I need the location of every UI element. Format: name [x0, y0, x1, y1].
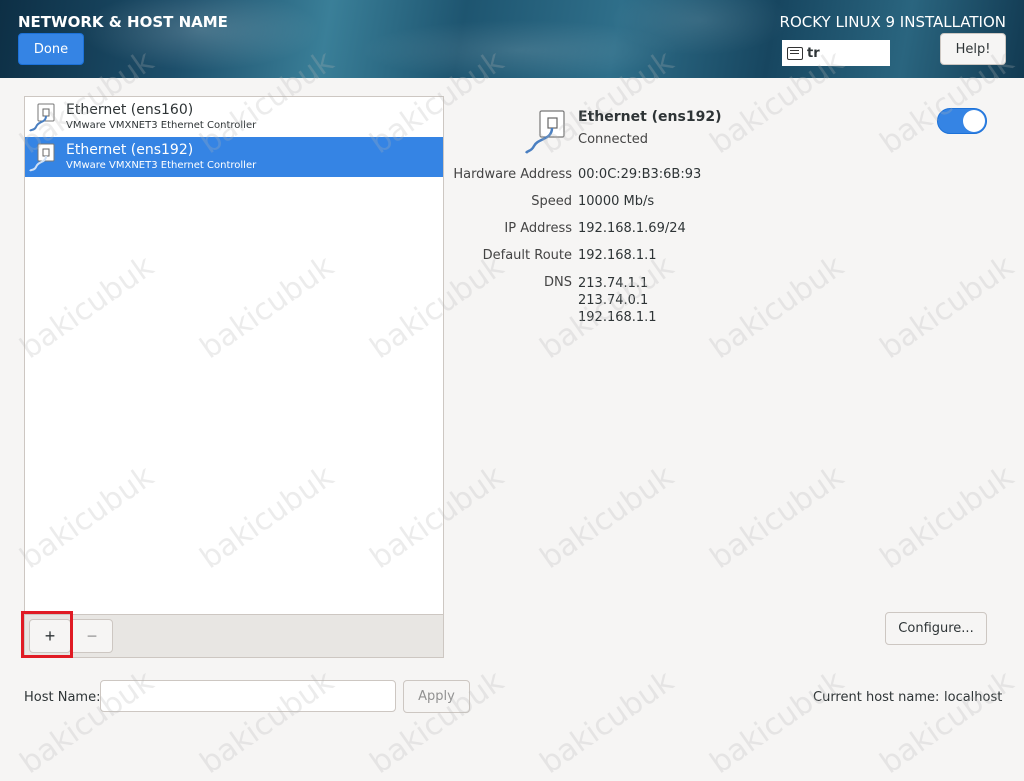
ip-address-label: IP Address: [504, 221, 572, 236]
watermark: bakicubuk: [703, 663, 851, 781]
device-name: Ethernet (ens192): [66, 142, 194, 158]
dns-entry: 213.74.1.1: [578, 276, 649, 291]
current-host-name-label: Current host name:: [813, 690, 940, 705]
ethernet-icon: [29, 103, 55, 132]
dns-entry: 213.74.0.1: [578, 293, 649, 308]
hardware-address-label: Hardware Address: [453, 167, 572, 182]
watermark: bakicubuk: [703, 248, 851, 367]
speed-value: 10000 Mb/s: [578, 194, 655, 209]
switch-knob: [963, 110, 985, 132]
configure-button[interactable]: Configure...: [885, 612, 987, 645]
keyboard-layout-indicator[interactable]: tr: [782, 40, 890, 66]
dns-label: DNS: [544, 275, 572, 290]
apply-button[interactable]: Apply: [403, 680, 470, 713]
device-name: Ethernet (ens160): [66, 102, 194, 118]
help-button[interactable]: Help!: [940, 33, 1006, 65]
dns-entry: 192.168.1.1: [578, 310, 657, 325]
host-name-input[interactable]: [100, 680, 396, 712]
current-host-name-value: localhost: [944, 690, 1003, 705]
install-title: ROCKY LINUX 9 INSTALLATION: [779, 13, 1006, 31]
page-title: NETWORK & HOST NAME: [18, 13, 228, 31]
ethernet-icon: [29, 143, 55, 172]
ip-address-value: 192.168.1.69/24: [578, 221, 686, 236]
watermark: bakicubuk: [873, 663, 1021, 781]
speed-label: Speed: [531, 194, 572, 209]
connection-status: Connected: [578, 132, 649, 147]
device-toolbar: + −: [25, 614, 443, 657]
device-list-panel: Ethernet (ens160) VMware VMXNET3 Etherne…: [24, 96, 444, 658]
host-name-label: Host Name:: [24, 690, 101, 705]
default-route-label: Default Route: [482, 248, 572, 263]
device-item-ens160[interactable]: Ethernet (ens160) VMware VMXNET3 Etherne…: [25, 97, 443, 137]
watermark: bakicubuk: [873, 458, 1021, 577]
hardware-address-value: 00:0C:29:B3:6B:93: [578, 167, 702, 182]
add-button-highlight: [21, 611, 73, 658]
device-enable-switch[interactable]: [937, 108, 987, 134]
device-controller: VMware VMXNET3 Ethernet Controller: [66, 120, 257, 131]
keyboard-icon: [787, 46, 803, 60]
keyboard-layout-label: tr: [807, 45, 820, 61]
remove-device-button[interactable]: −: [71, 619, 113, 653]
device-controller: VMware VMXNET3 Ethernet Controller: [66, 160, 257, 171]
done-button[interactable]: Done: [18, 33, 84, 65]
dns-values: 213.74.1.1 213.74.0.1 192.168.1.1: [578, 275, 657, 326]
header-banner: [0, 0, 1024, 78]
watermark: bakicubuk: [533, 458, 681, 577]
default-route-value: 192.168.1.1: [578, 248, 657, 263]
watermark: bakicubuk: [703, 458, 851, 577]
watermark: bakicubuk: [533, 663, 681, 781]
device-item-ens192[interactable]: Ethernet (ens192) VMware VMXNET3 Etherne…: [25, 137, 443, 177]
selected-device-name: Ethernet (ens192): [578, 109, 722, 125]
watermark: bakicubuk: [873, 248, 1021, 367]
device-list: Ethernet (ens160) VMware VMXNET3 Etherne…: [25, 97, 443, 614]
ethernet-icon: [524, 110, 565, 154]
